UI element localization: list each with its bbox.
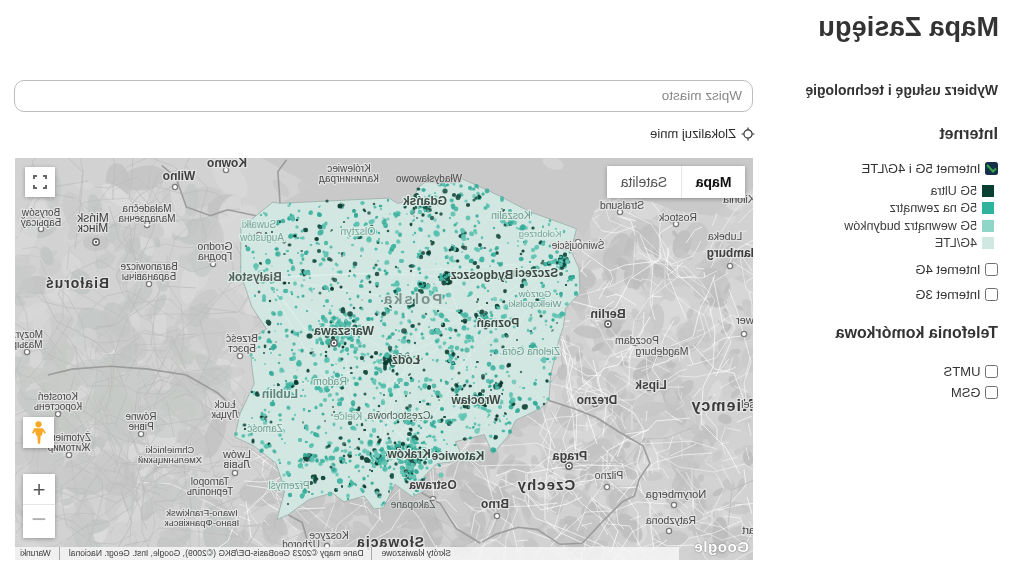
svg-text:Augustów: Augustów: [239, 232, 284, 243]
svg-text:Poznań: Poznań: [477, 316, 520, 330]
svg-text:Хмельницький: Хмельницький: [138, 454, 202, 465]
svg-text:Częstochowa: Częstochowa: [367, 409, 430, 421]
svg-text:Katowice: Katowice: [431, 449, 484, 463]
svg-text:Lublin: Lublin: [262, 387, 298, 401]
svg-text:Zamość: Zamość: [247, 423, 283, 434]
svg-text:Świnoujście: Świnoujście: [551, 239, 604, 251]
svg-text:Баранавічы: Баранавічы: [122, 271, 176, 282]
svg-text:Тернопіль: Тернопіль: [187, 486, 233, 497]
svg-text:Gdańsk: Gdańsk: [403, 194, 447, 208]
svg-text:Ostrawa: Ostrawa: [409, 478, 457, 492]
svg-text:Wielkopolski: Wielkopolski: [509, 298, 562, 309]
svg-text:Władysławowo: Władysławowo: [395, 173, 462, 184]
svg-text:Brno: Brno: [481, 497, 509, 511]
svg-text:Калининград: Калининград: [319, 173, 379, 184]
svg-text:Львів: Львів: [223, 458, 250, 470]
svg-text:Wilno: Wilno: [163, 169, 196, 183]
svg-text:Stralsund: Stralsund: [600, 199, 645, 211]
svg-text:Białystok: Białystok: [228, 270, 282, 284]
svg-text:Czechy: Czechy: [517, 476, 576, 493]
svg-text:Stuttgart: Stuttgart: [742, 524, 753, 536]
svg-text:Kassel: Kassel: [741, 398, 753, 410]
svg-text:Hanower: Hanower: [736, 314, 753, 326]
svg-text:Bydgoszcz: Bydgoszcz: [451, 268, 514, 282]
svg-text:Polska: Polska: [382, 290, 442, 307]
svg-text:Луцьк: Луцьк: [211, 409, 239, 420]
svg-text:Rostock: Rostock: [658, 211, 697, 223]
svg-text:Berlin: Berlin: [590, 307, 625, 321]
svg-text:Івано-Франківськ: Івано-Франківськ: [164, 517, 239, 528]
svg-text:Маладзечна: Маладзечна: [118, 213, 176, 224]
svg-text:Szczecin: Szczecin: [508, 266, 559, 280]
svg-text:Pilzno: Pilzno: [595, 469, 624, 481]
svg-text:Мазыр: Мазыр: [15, 339, 43, 350]
svg-text:Zielona Góra: Zielona Góra: [502, 346, 560, 357]
svg-text:Ratyzbona: Ratyzbona: [646, 514, 696, 526]
svg-text:Рівне: Рівне: [128, 421, 154, 432]
svg-text:Kraków: Kraków: [387, 447, 431, 461]
svg-text:Praga: Praga: [552, 449, 588, 463]
svg-text:Коростень: Коростень: [34, 401, 82, 412]
svg-text:Kołobrzeg: Kołobrzeg: [519, 228, 562, 239]
svg-text:Kowno: Kowno: [207, 158, 247, 170]
svg-text:Olsztyn: Olsztyn: [340, 225, 375, 237]
svg-text:Koszalin: Koszalin: [491, 209, 531, 221]
svg-text:Брэст: Брэст: [228, 342, 256, 354]
svg-text:Мінск: Мінск: [77, 221, 108, 235]
svg-text:Hamburg: Hamburg: [707, 246, 753, 260]
svg-text:Suwałki: Suwałki: [242, 219, 276, 230]
svg-text:Norymberga: Norymberga: [645, 488, 706, 500]
svg-text:Lipsk: Lipsk: [635, 378, 667, 392]
svg-text:Białoruś: Białoruś: [45, 275, 109, 291]
svg-text:Lubeka: Lubeka: [708, 230, 743, 242]
svg-text:Przemyśl: Przemyśl: [268, 480, 309, 491]
svg-text:Kielce: Kielce: [334, 410, 363, 422]
svg-text:Zakopane: Zakopane: [390, 499, 435, 510]
svg-text:Radom: Radom: [313, 375, 347, 387]
svg-text:Drezno: Drezno: [577, 393, 618, 407]
svg-text:Барысаў: Барысаў: [21, 217, 61, 228]
svg-text:Łódź: Łódź: [392, 353, 420, 367]
svg-text:Wrocław: Wrocław: [451, 393, 501, 407]
svg-text:Гродна: Гродна: [198, 250, 232, 262]
svg-text:Warszawa: Warszawa: [313, 324, 374, 338]
svg-text:Magdeburg: Magdeburg: [635, 345, 688, 357]
